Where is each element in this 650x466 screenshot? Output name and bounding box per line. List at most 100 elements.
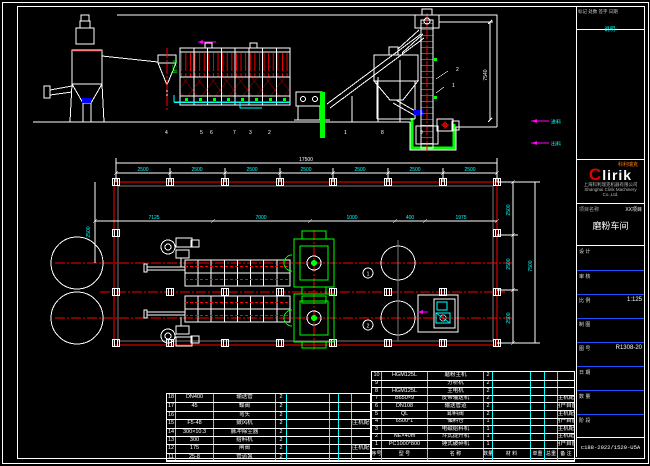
bom-cell-qty: 2	[484, 372, 493, 380]
bom-cell-qty: 1	[484, 434, 493, 441]
inner-dim: 1975	[455, 215, 466, 221]
bom-cell-no: 4	[372, 419, 382, 426]
bom-cell-total-weight	[545, 388, 558, 395]
baghouse-elevation	[174, 40, 290, 108]
title-block-row: 数 量	[577, 390, 644, 414]
bom-cell-note: 随主机配套	[558, 411, 574, 418]
clirik-logo: Clirik	[577, 168, 644, 182]
project-value: XX项目	[625, 206, 642, 213]
mill-elevation	[294, 92, 330, 138]
bom-cell-total-weight	[339, 412, 352, 419]
bom-cell-spec	[176, 412, 214, 419]
bom-cell-no: 8	[372, 388, 382, 395]
bom-cell-no: 9	[372, 381, 382, 388]
bom-cell-name: 储料仓	[428, 419, 484, 426]
bom-cell-spec	[382, 426, 428, 433]
field-value: 1:125	[627, 297, 642, 303]
bom-cell-note	[558, 388, 574, 395]
callout: 9	[420, 130, 423, 136]
bom-cell-name: 鼓风机	[214, 420, 276, 427]
bom-cell-note: 随主机配套	[558, 426, 574, 433]
title-block-row: 日 期	[577, 366, 644, 390]
bay-dim: 2500	[191, 167, 202, 173]
bom-cell-total-weight	[545, 403, 558, 410]
bom-cell-total-weight	[545, 411, 558, 418]
bom-cell-qty: 2	[484, 396, 493, 403]
inner-dim: 7125	[148, 215, 159, 221]
bom-cell-material	[493, 381, 531, 388]
bom-cell-note: 随主机配套	[558, 396, 574, 403]
bom-cell-name: 输送管	[214, 394, 276, 402]
bom-cell-material	[493, 434, 531, 441]
bom-cell-note	[352, 437, 370, 444]
cad-sheet: { "sheet": { "code": "c188-2022/1520-U5A…	[0, 0, 650, 466]
elevation-height-dimension: 7540	[439, 20, 493, 122]
equipment-label: 除尘器	[171, 60, 178, 74]
bom-cell-material	[287, 437, 330, 444]
bom-table-left: 18 DN400 输送管 2 17 45 蝶阀 2 16 弯头 2	[166, 393, 371, 461]
title-block-row: 比 例 1:125	[577, 294, 644, 318]
bom-cell-unit-weight	[531, 441, 545, 448]
bom-cell-material	[493, 396, 531, 403]
project-cell: 项目名称 XX项目 磨粉车间	[577, 203, 644, 246]
bom-cell-spec: 175	[176, 445, 214, 452]
callout: 7	[233, 130, 236, 136]
row-dim: 2500	[506, 312, 512, 323]
bom-cell-spec: DN400	[176, 394, 214, 402]
title-block-row: 审 核	[577, 270, 644, 294]
bom-cell-qty: 1	[484, 419, 493, 426]
title-block-row: 图 号 R1308-20	[577, 342, 644, 366]
bom-bottom-border	[166, 460, 575, 462]
bom-cell-spec	[382, 381, 428, 388]
bom-cell-name: 卸料阀	[428, 411, 484, 418]
bom-cell-name: 分析机	[428, 381, 484, 388]
bom-cell-name: 斗式提升机	[428, 434, 484, 441]
table-row: 9 分析机 2	[372, 380, 574, 388]
table-row: 15 F5-48 鼓风机 2 随主机配套	[167, 419, 370, 427]
bom-cell-spec: F5-48	[176, 420, 214, 427]
callout: 6	[210, 130, 213, 136]
bom-cell-material	[493, 426, 531, 433]
bom-cell-qty: 2	[484, 403, 493, 410]
bom-cell-material	[493, 441, 531, 448]
bom-cell-material	[493, 372, 531, 380]
table-row: 1 PC1000*800 锤式破碎机 1 用户自备	[372, 440, 574, 448]
bom-cell-unit-weight	[531, 381, 545, 388]
table-row: 4 6500*1 储料仓 1 用户自备	[372, 418, 574, 426]
table-row: 5 QL 卸料阀 2 随主机配套	[372, 410, 574, 418]
bom-cell-name: 皮带输送机	[428, 396, 484, 403]
flow-in-label: 进料	[551, 119, 561, 126]
bom-cell-material	[493, 388, 531, 395]
bom-cell-unit-weight	[531, 411, 545, 418]
bom-cell-unit-weight	[330, 412, 339, 419]
silo-plan-circles	[381, 240, 415, 341]
field-label: 阶 段	[579, 417, 590, 424]
callout: 1	[452, 83, 455, 89]
bom-cell-qty: 2	[484, 381, 493, 388]
bom-cell-unit-weight	[531, 434, 545, 441]
bom-cell-qty: 1	[484, 441, 493, 448]
drawing-notes: 说明:	[577, 25, 644, 97]
field-label: 制 图	[579, 321, 590, 328]
project-label: 项目名称	[579, 206, 599, 213]
plan-callout-bubbles: 1 2	[363, 268, 373, 330]
bom-cell-spec: DN108	[382, 403, 428, 410]
bom-cell-note: 用户自备	[558, 403, 574, 410]
bom-cell-note	[352, 403, 370, 410]
bom-cell-no: 12	[167, 445, 176, 452]
bom-cell-unit-weight	[531, 403, 545, 410]
bom-cell-unit-weight	[330, 445, 339, 452]
bom-cell-qty: 1	[484, 426, 493, 433]
belt-conveyor-elevation	[327, 34, 424, 122]
silo-elevation	[374, 30, 423, 119]
plan-view: 1 2 2500	[51, 157, 540, 350]
bom-cell-no: 2	[372, 434, 382, 441]
title-block-row: 阶 段	[577, 414, 644, 438]
bom-cell-name: 磨粉主机	[428, 372, 484, 380]
field-value: R1308-20	[616, 345, 642, 351]
bom-cell-note	[352, 394, 370, 402]
overall-height-dim: 7500	[528, 260, 534, 271]
cyclone-elevation: 除尘器	[102, 48, 178, 110]
bom-cell-name: 蝶阀	[214, 403, 276, 410]
bom-cell-spec: HGM125L	[382, 372, 428, 380]
